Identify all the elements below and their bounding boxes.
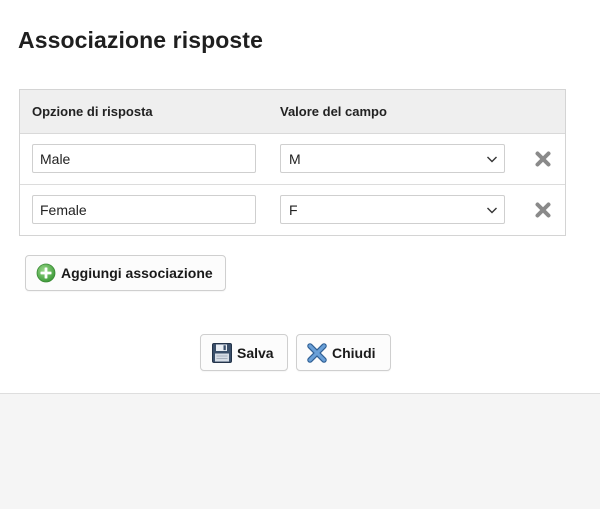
select-value: M <box>289 151 301 167</box>
close-button[interactable]: Chiudi <box>296 334 391 371</box>
blue-x-icon <box>307 342 327 363</box>
plus-circle-icon <box>36 263 56 283</box>
add-association-label: Aggiungi associazione <box>61 265 213 281</box>
delete-row-icon[interactable] <box>534 201 552 219</box>
dialog-title: Associazione risposte <box>18 27 263 53</box>
header-field-value: Valore del campo <box>280 104 387 119</box>
close-label: Chiudi <box>332 344 376 361</box>
field-value-select[interactable]: F <box>280 195 505 224</box>
add-association-button[interactable]: Aggiungi associazione <box>25 255 226 291</box>
chevron-down-icon <box>487 156 497 163</box>
association-table: Opzione di risposta Valore del campo Mal… <box>19 89 566 236</box>
answer-option-input[interactable] <box>32 195 256 224</box>
floppy-disk-icon <box>212 342 232 363</box>
table-row: F <box>20 185 565 235</box>
save-button[interactable]: Salva <box>200 334 288 371</box>
table-header: Opzione di risposta Valore del campo <box>20 90 565 134</box>
chevron-down-icon <box>487 207 497 214</box>
select-value: F <box>289 202 298 218</box>
field-value-select[interactable]: M <box>280 144 505 173</box>
table-row: M <box>20 134 565 185</box>
association-dialog: Associazione risposte Opzione di rispost… <box>0 0 600 394</box>
background-area <box>0 394 600 509</box>
answer-option-input[interactable] <box>32 144 256 173</box>
header-answer-option: Opzione di risposta <box>32 104 153 119</box>
delete-row-icon[interactable] <box>534 150 552 168</box>
save-label: Salva <box>237 344 274 361</box>
